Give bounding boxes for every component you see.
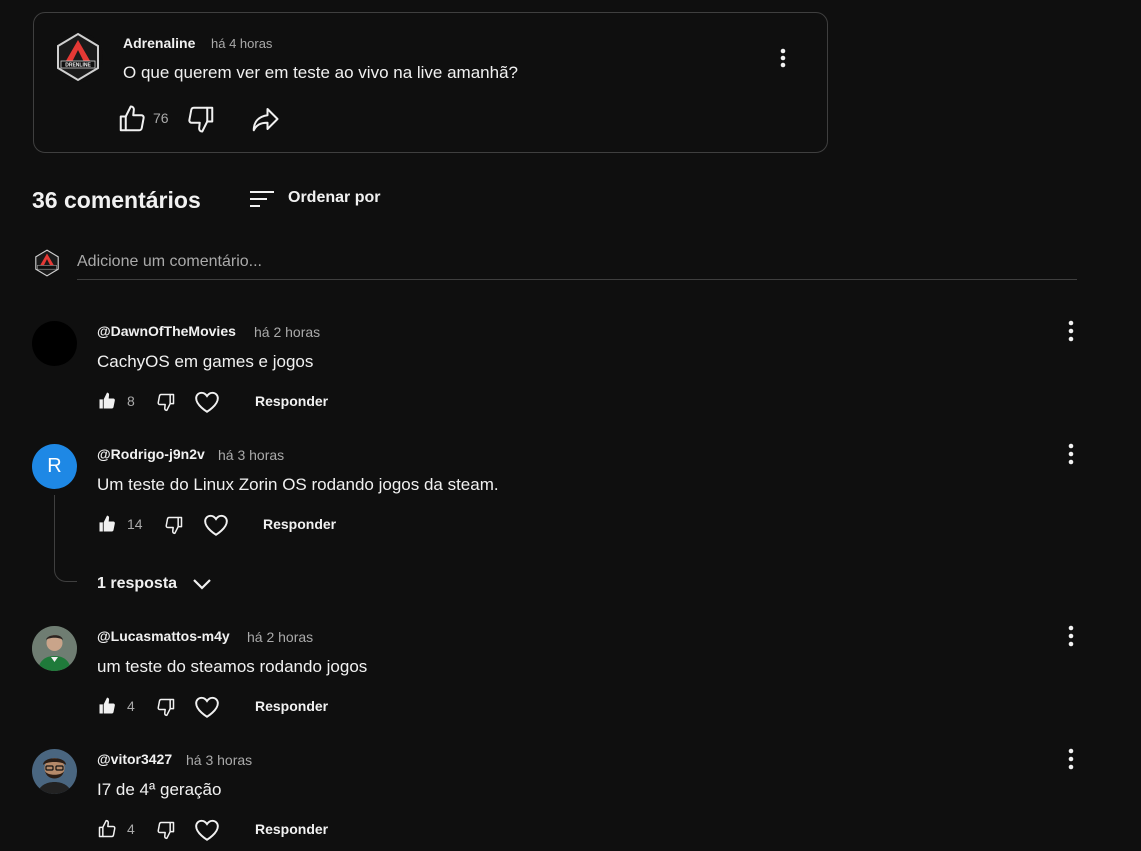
reply-button[interactable]: Responder xyxy=(263,516,336,532)
reply-button[interactable]: Responder xyxy=(255,698,328,714)
thumbs-down-icon[interactable] xyxy=(156,820,176,840)
commenter-avatar[interactable] xyxy=(32,626,77,671)
reply-button[interactable]: Responder xyxy=(255,821,328,837)
comment-like-count: 8 xyxy=(127,393,135,409)
heart-icon[interactable] xyxy=(203,513,229,537)
comment-timestamp[interactable]: há 3 horas xyxy=(218,447,284,463)
comment-author[interactable]: @vitor3427 xyxy=(97,751,172,767)
comment-text: I7 de 4ª geração xyxy=(97,780,222,799)
thumbs-up-filled-icon[interactable] xyxy=(97,696,117,716)
thumbs-down-icon[interactable] xyxy=(186,104,216,134)
thumbs-up-icon[interactable] xyxy=(97,819,117,839)
more-vert-icon[interactable] xyxy=(772,45,794,73)
post-author[interactable]: Adrenaline xyxy=(123,35,195,51)
comment-text: Um teste do Linux Zorin OS rodando jogos… xyxy=(97,475,499,494)
thumbs-down-icon[interactable] xyxy=(156,392,176,412)
comment-author[interactable]: @Rodrigo-j9n2v xyxy=(97,446,205,462)
comment-timestamp[interactable]: há 3 horas xyxy=(186,752,252,768)
user-avatar xyxy=(33,249,61,277)
chevron-down-icon[interactable] xyxy=(190,574,214,594)
thumbs-down-icon[interactable] xyxy=(164,515,184,535)
post-like-count: 76 xyxy=(153,110,169,126)
logo-text: DRENLINE xyxy=(65,63,91,69)
more-vert-icon[interactable] xyxy=(1061,746,1081,772)
thumbs-up-filled-icon[interactable] xyxy=(97,391,117,411)
comment-text: um teste do steamos rodando jogos xyxy=(97,657,368,676)
comment-author[interactable]: @DawnOfTheMovies xyxy=(97,323,236,339)
adrenaline-logo-avatar[interactable]: DRENLINE xyxy=(53,32,103,82)
post-text: O que querem ver em teste ao vivo na liv… xyxy=(123,63,518,82)
commenter-avatar[interactable] xyxy=(32,749,77,794)
comments-count: 36 comentários xyxy=(32,187,201,213)
comment-like-count: 4 xyxy=(127,821,135,837)
commenter-avatar[interactable]: R xyxy=(32,444,77,489)
more-vert-icon[interactable] xyxy=(1061,318,1081,344)
input-underline xyxy=(77,279,1077,280)
comment-text: CachyOS em games e jogos xyxy=(97,352,314,371)
post-timestamp[interactable]: há 4 horas xyxy=(211,36,272,51)
comment-timestamp[interactable]: há 2 horas xyxy=(247,629,313,645)
replies-toggle[interactable]: 1 resposta xyxy=(97,575,177,593)
more-vert-icon[interactable] xyxy=(1061,623,1081,649)
heart-icon[interactable] xyxy=(194,695,220,719)
comment-like-count: 14 xyxy=(127,516,143,532)
thumbs-down-icon[interactable] xyxy=(156,697,176,717)
comment-timestamp[interactable]: há 2 horas xyxy=(254,324,320,340)
comment-like-count: 4 xyxy=(127,698,135,714)
thumbs-up-filled-icon[interactable] xyxy=(97,514,117,534)
heart-icon[interactable] xyxy=(194,390,220,414)
add-comment-input[interactable]: Adicione um comentário... xyxy=(77,253,262,271)
thread-line xyxy=(54,495,77,582)
heart-icon[interactable] xyxy=(194,818,220,842)
thumbs-up-icon[interactable] xyxy=(117,104,147,134)
share-icon[interactable] xyxy=(249,104,281,134)
sort-button[interactable]: Ordenar por xyxy=(288,189,380,207)
more-vert-icon[interactable] xyxy=(1061,441,1081,467)
comment-author[interactable]: @Lucasmattos-m4y xyxy=(97,628,230,644)
sort-icon[interactable] xyxy=(248,188,276,210)
reply-button[interactable]: Responder xyxy=(255,393,328,409)
commenter-avatar[interactable] xyxy=(32,321,77,366)
